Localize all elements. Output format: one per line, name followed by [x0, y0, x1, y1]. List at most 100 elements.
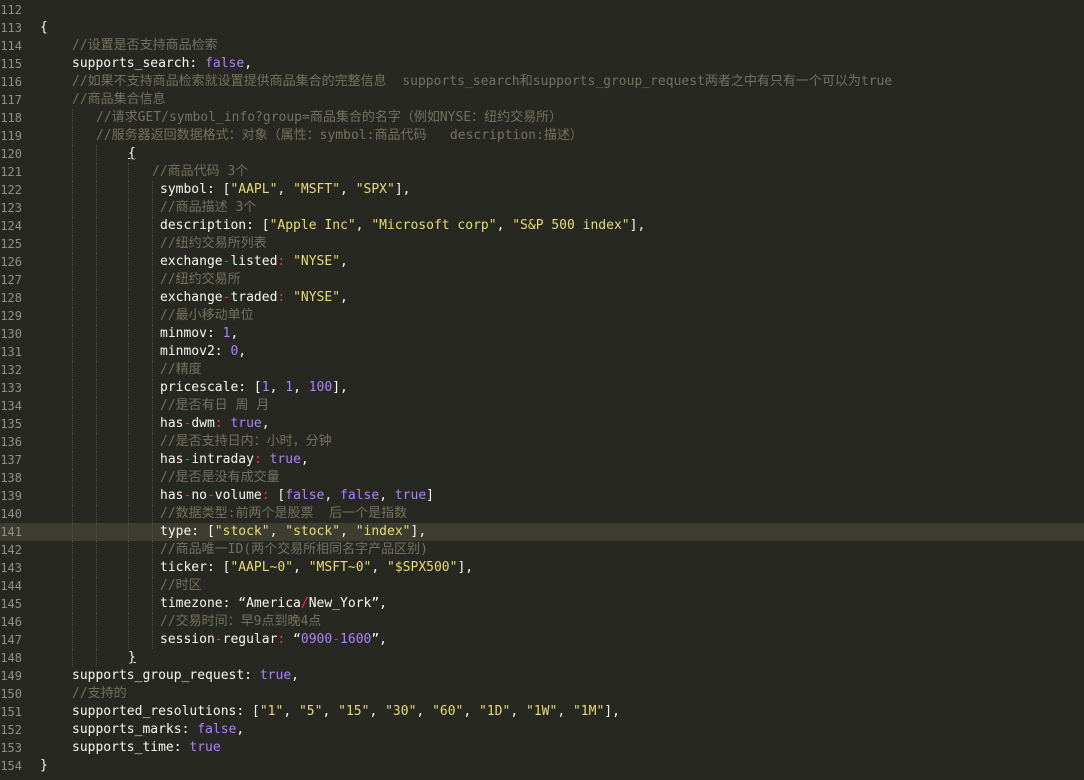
- code-text: //纽约交易所列表: [160, 235, 267, 253]
- code-token: ,: [291, 668, 299, 683]
- code-line[interactable]: 114 //设置是否支持商品检索: [0, 37, 1084, 55]
- code-token: has: [160, 452, 184, 467]
- indent-guide: [128, 163, 129, 181]
- indent-guide: [152, 487, 153, 505]
- indent-guide: [152, 343, 153, 361]
- code-token: pricescale: [: [160, 380, 262, 395]
- code-line[interactable]: 124 description: ["Apple Inc", "Microsoft…: [0, 217, 1084, 235]
- indent-guide: [96, 379, 97, 397]
- code-line[interactable]: 153 supports_time: true: [0, 739, 1084, 757]
- code-line[interactable]: 130 minmov: 1,: [0, 325, 1084, 343]
- code-line[interactable]: 150 //支持的: [0, 685, 1084, 703]
- code-token: "NYSE": [293, 254, 341, 269]
- line-number: 129: [0, 309, 22, 323]
- line-number: 132: [0, 363, 22, 377]
- indent-guide: [152, 307, 153, 325]
- code-line[interactable]: 118 //请求GET/symbol_info?group=商品集合的名字（例如N…: [0, 109, 1084, 127]
- code-line[interactable]: 133 pricescale: [1, 1, 100],: [0, 379, 1084, 397]
- code-token: ],: [629, 218, 646, 233]
- code-line[interactable]: 142 //商品唯一ID(两个交易所相同名字产品区别): [0, 541, 1084, 559]
- code-token: traded: [230, 290, 278, 305]
- indent-guide: [128, 379, 129, 397]
- indent-guide: [152, 253, 153, 271]
- code-line[interactable]: 131 minmov2: 0,: [0, 343, 1084, 361]
- indent-guide: [96, 397, 97, 415]
- code-line[interactable]: 125 //纽约交易所列表: [0, 235, 1084, 253]
- indent-guide: [128, 469, 129, 487]
- indent-guide: [72, 397, 73, 415]
- code-token: "1D": [479, 704, 511, 719]
- code-token: has: [160, 488, 184, 503]
- code-line[interactable]: 137 has-intraday: true,: [0, 451, 1084, 469]
- code-line[interactable]: 121 //商品代码 3个: [0, 163, 1084, 181]
- code-line[interactable]: 119 //服务器返回数据格式：对象（属性：symbol:商品代码 descrip…: [0, 127, 1084, 145]
- code-line[interactable]: 134 //是否有日 周 月: [0, 397, 1084, 415]
- code-line[interactable]: 140 //数据类型:前两个是股票 后一个是指数: [0, 505, 1084, 523]
- code-line[interactable]: 151 supported_resolutions: ["1", "5", "15…: [0, 703, 1084, 721]
- code-text: {: [128, 145, 136, 163]
- code-line[interactable]: 126 exchange-listed: "NYSE",: [0, 253, 1084, 271]
- code-token: 1: [261, 380, 270, 395]
- code-line[interactable]: 144 //时区: [0, 577, 1084, 595]
- indent-guide: [128, 361, 129, 379]
- code-line[interactable]: 123 //商品描述 3个: [0, 199, 1084, 217]
- line-number: 115: [0, 57, 22, 71]
- code-token: ,: [244, 56, 253, 71]
- code-token: "AAPL": [230, 182, 278, 197]
- code-line[interactable]: 147 session-regular: “0900-1600”,: [0, 631, 1084, 649]
- code-line[interactable]: 138 //是否是没有成交量: [0, 469, 1084, 487]
- code-line[interactable]: 116 //如果不支持商品检索就设置提供商品集合的完整信息 supports_se…: [0, 73, 1084, 91]
- line-number: 154: [0, 759, 22, 773]
- code-token: "Microsoft corp": [371, 218, 497, 233]
- indent-guide: [128, 343, 129, 361]
- code-editor[interactable]: 112 113 {114 //设置是否支持商品检索 115 supports_search…: [0, 0, 1084, 780]
- code-line[interactable]: 122 symbol: ["AAPL", "MSFT", "SPX"],: [0, 181, 1084, 199]
- code-line[interactable]: 128 exchange-traded: "NYSE",: [0, 289, 1084, 307]
- code-line[interactable]: 145 timezone: “America/New_York”,: [0, 595, 1084, 613]
- code-token: ,: [269, 524, 286, 539]
- line-number: 120: [0, 147, 22, 161]
- code-line[interactable]: 127 //纽约交易所: [0, 271, 1084, 289]
- indent-guide: [72, 379, 73, 397]
- line-number: 125: [0, 237, 22, 251]
- code-token: intraday: [191, 452, 254, 467]
- code-line[interactable]: 112: [0, 1, 1084, 19]
- line-number: 131: [0, 345, 22, 359]
- code-token: ,: [283, 704, 299, 719]
- code-token: true: [394, 488, 427, 503]
- indent-guide: [96, 325, 97, 343]
- code-line[interactable]: 154}: [0, 757, 1084, 775]
- code-line[interactable]: 148}: [0, 649, 1084, 667]
- code-line[interactable]: 129 //最小移动单位: [0, 307, 1084, 325]
- code-token: //如果不支持商品检索就设置提供商品集合的完整信息 supports_searc…: [72, 74, 893, 89]
- code-line[interactable]: 149 supports_group_request: true,: [0, 667, 1084, 685]
- line-number: 116: [0, 75, 22, 89]
- code-line[interactable]: 152 supports_marks: false,: [0, 721, 1084, 739]
- code-text: //商品代码 3个: [152, 163, 248, 181]
- code-text: //时区: [160, 577, 202, 595]
- code-token: ,: [230, 326, 239, 341]
- code-line[interactable]: 139 has-no-volume: [false, false, true]: [0, 487, 1084, 505]
- indent-guide: [72, 343, 73, 361]
- code-line[interactable]: 120 {: [0, 145, 1084, 163]
- code-token: //设置是否支持商品检索: [72, 38, 218, 53]
- code-line[interactable]: 146 //交易时间：早9点到晚4点: [0, 613, 1084, 631]
- code-text: exchange-traded: "NYSE",: [160, 289, 348, 307]
- indent-guide: [128, 235, 129, 253]
- code-token: dwm: [191, 416, 215, 431]
- code-line[interactable]: 117 //商品集合信息: [0, 91, 1084, 109]
- indent-guide: [128, 415, 129, 433]
- indent-guide: [96, 253, 97, 271]
- code-line[interactable]: 115 supports_search: false,: [0, 55, 1084, 73]
- code-line[interactable]: 136 //是否支持日内：小时，分钟: [0, 433, 1084, 451]
- code-token: "30": [385, 704, 417, 719]
- code-line[interactable]: 135 has-dwm: true,: [0, 415, 1084, 433]
- code-token: 1: [285, 380, 294, 395]
- code-token: "1W": [526, 704, 558, 719]
- code-line[interactable]: 113 {: [0, 19, 1084, 37]
- line-number: 127: [0, 273, 22, 287]
- code-line[interactable]: 132 //精度: [0, 361, 1084, 379]
- code-line[interactable]: 141 type: ["stock", "stock", "index"],: [0, 523, 1084, 541]
- code-line[interactable]: 143 ticker: ["AAPL~0", "MSFT~0", "$SPX500…: [0, 559, 1084, 577]
- indent-guide: [96, 559, 97, 577]
